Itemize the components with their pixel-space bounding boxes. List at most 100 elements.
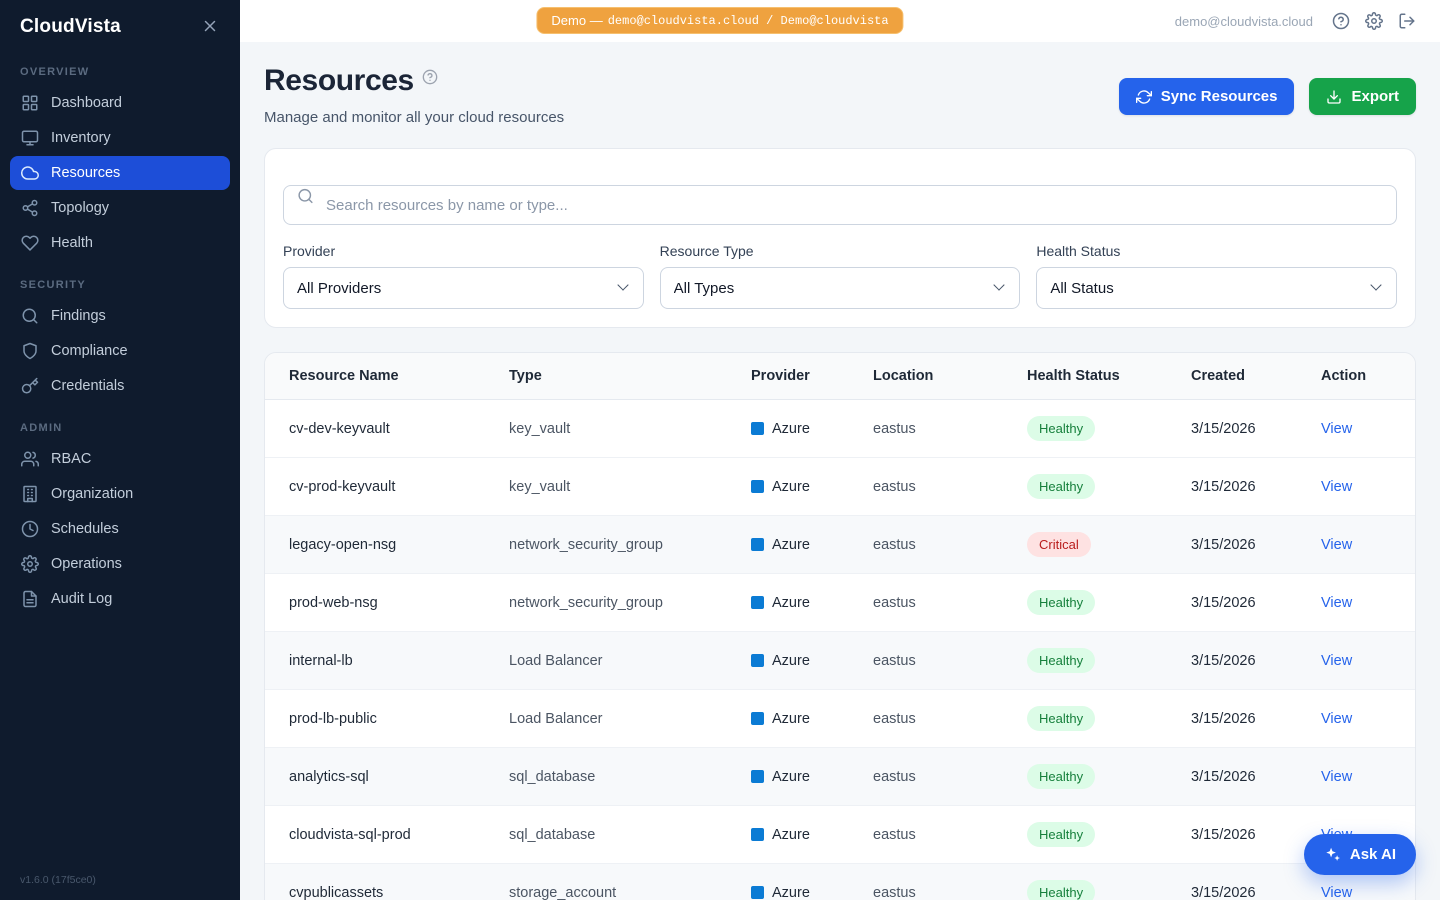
provider-cell: Azure: [751, 479, 849, 495]
view-link[interactable]: View: [1321, 885, 1352, 900]
azure-icon: [751, 828, 764, 841]
app-root: CloudVista OVERVIEWDashboardInventoryRes…: [0, 0, 1440, 900]
resource-name: cloudvista-sql-prod: [265, 806, 497, 864]
sidebar-item-topology[interactable]: Topology: [10, 191, 230, 225]
resource-name: analytics-sql: [265, 748, 497, 806]
view-link[interactable]: View: [1321, 595, 1352, 611]
health-badge: Healthy: [1027, 822, 1095, 847]
sidebar-item-dashboard[interactable]: Dashboard: [10, 86, 230, 120]
resource-name: cv-prod-keyvault: [265, 458, 497, 516]
azure-icon: [751, 770, 764, 783]
resource-type: key_vault: [497, 458, 739, 516]
resource-location: eastus: [861, 806, 1015, 864]
sidebar-item-audit-log[interactable]: Audit Log: [10, 582, 230, 616]
demo-badge-credentials: demo@cloudvista.cloud / Demo@cloudvista: [608, 14, 889, 28]
topology-icon: [21, 199, 39, 217]
page-help-icon[interactable]: [422, 69, 438, 85]
resource-type-select[interactable]: All Types: [660, 267, 1021, 309]
ask-ai-label: Ask AI: [1350, 846, 1396, 863]
search-icon: [21, 307, 39, 325]
column-header-location: Location: [861, 353, 1015, 400]
resource-location: eastus: [861, 748, 1015, 806]
view-link[interactable]: View: [1321, 711, 1352, 727]
resource-type-filter-group: Resource Type All Types: [660, 243, 1021, 309]
provider-name: Azure: [772, 885, 810, 900]
health-status-select-wrap: All Status: [1036, 267, 1397, 309]
clock-icon: [21, 520, 39, 538]
sidebar-item-label: Credentials: [51, 378, 124, 394]
resource-type: storage_account: [497, 864, 739, 900]
view-link[interactable]: View: [1321, 421, 1352, 437]
column-header-health-status: Health Status: [1015, 353, 1179, 400]
sync-resources-button[interactable]: Sync Resources: [1119, 78, 1295, 115]
view-link[interactable]: View: [1321, 537, 1352, 553]
gear-icon: [21, 555, 39, 573]
created-date: 3/15/2026: [1179, 690, 1309, 748]
gear-icon: [1365, 12, 1383, 30]
sidebar-section-label: OVERVIEW: [0, 48, 240, 85]
sidebar-item-schedules[interactable]: Schedules: [10, 512, 230, 546]
health-status-filter-label: Health Status: [1036, 243, 1397, 259]
created-date: 3/15/2026: [1179, 400, 1309, 458]
sidebar-item-compliance[interactable]: Compliance: [10, 334, 230, 368]
sidebar-item-health[interactable]: Health: [10, 226, 230, 260]
view-link[interactable]: View: [1321, 653, 1352, 669]
sidebar-item-inventory[interactable]: Inventory: [10, 121, 230, 155]
main-area: Demo — demo@cloudvista.cloud / Demo@clou…: [240, 0, 1440, 900]
resource-location: eastus: [861, 864, 1015, 900]
brand-title: CloudVista: [20, 16, 121, 38]
health-badge: Critical: [1027, 532, 1091, 557]
sidebar-section-label: ADMIN: [0, 404, 240, 441]
provider-select[interactable]: All Providers: [283, 267, 644, 309]
resource-name: cv-dev-keyvault: [265, 400, 497, 458]
sidebar-item-operations[interactable]: Operations: [10, 547, 230, 581]
provider-select-wrap: All Providers: [283, 267, 644, 309]
sidebar-item-label: Operations: [51, 556, 122, 572]
provider-cell: Azure: [751, 421, 849, 437]
health-badge: Healthy: [1027, 474, 1095, 499]
health-status-select[interactable]: All Status: [1036, 267, 1397, 309]
provider-cell: Azure: [751, 711, 849, 727]
search-icon: [297, 188, 314, 205]
sidebar-item-credentials[interactable]: Credentials: [10, 369, 230, 403]
sidebar-item-label: Dashboard: [51, 95, 122, 111]
health-badge: Healthy: [1027, 764, 1095, 789]
sidebar-nav: OVERVIEW Dashboard InventoryResourcesTopol…: [0, 48, 240, 900]
export-button[interactable]: Export: [1309, 78, 1416, 115]
resource-location: eastus: [861, 632, 1015, 690]
table-row: legacy-open-nsgnetwork_security_groupAzu…: [265, 516, 1415, 574]
sidebar-item-label: Schedules: [51, 521, 119, 537]
page-title-text: Resources: [264, 64, 414, 98]
provider-cell: Azure: [751, 653, 849, 669]
key-icon: [21, 377, 39, 395]
sidebar-item-label: Compliance: [51, 343, 128, 359]
gear-icon[interactable]: [1365, 12, 1383, 30]
demo-badge-prefix: Demo —: [551, 13, 602, 28]
resource-type: Load Balancer: [497, 632, 739, 690]
search-input[interactable]: [283, 185, 1397, 225]
sidebar-item-resources[interactable]: Resources: [10, 156, 230, 190]
provider-name: Azure: [772, 479, 810, 495]
view-link[interactable]: View: [1321, 479, 1352, 495]
column-header-type: Type: [497, 353, 739, 400]
sidebar-close-button[interactable]: [200, 17, 220, 37]
table-header-row: Resource Name Type Provider Location Hea…: [265, 353, 1415, 400]
help-icon[interactable]: [1332, 12, 1350, 30]
view-link[interactable]: View: [1321, 769, 1352, 785]
topbar-right: demo@cloudvista.cloud: [1175, 12, 1416, 30]
resource-type: network_security_group: [497, 574, 739, 632]
table-row: cloudvista-sql-prodsql_databaseAzureeast…: [265, 806, 1415, 864]
table-row: cvpublicassetsstorage_accountAzureeastus…: [265, 864, 1415, 900]
sidebar-item-organization[interactable]: Organization: [10, 477, 230, 511]
ask-ai-button[interactable]: Ask AI: [1304, 834, 1416, 875]
sidebar-item-rbac[interactable]: RBAC: [10, 442, 230, 476]
logout-icon[interactable]: [1398, 12, 1416, 30]
content: Resources Manage and monitor all your cl…: [240, 42, 1440, 900]
table-row: prod-web-nsgnetwork_security_groupAzuree…: [265, 574, 1415, 632]
created-date: 3/15/2026: [1179, 748, 1309, 806]
resource-name: prod-lb-public: [265, 690, 497, 748]
resource-type: Load Balancer: [497, 690, 739, 748]
sidebar-item-findings[interactable]: Findings: [10, 299, 230, 333]
download-icon: [1326, 89, 1342, 105]
provider-name: Azure: [772, 653, 810, 669]
